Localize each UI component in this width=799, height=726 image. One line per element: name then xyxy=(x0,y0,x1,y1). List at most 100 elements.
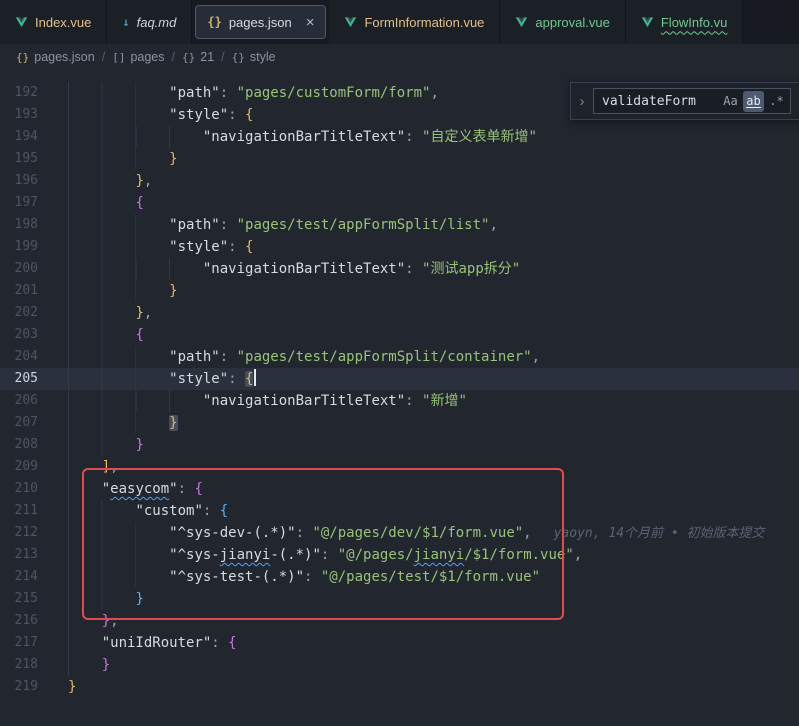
breadcrumb-item-pages[interactable]: []pages xyxy=(112,50,164,64)
code-line-199[interactable]: 199"style": { xyxy=(0,236,799,258)
code-line-206[interactable]: 206"navigationBarTitleText": "新增" xyxy=(0,390,799,412)
code-line-217[interactable]: 217"uniIdRouter": { xyxy=(0,632,799,654)
code-line-210[interactable]: 210 "easycom": { xyxy=(0,478,799,500)
code-line-215[interactable]: 215} xyxy=(0,588,799,610)
code-line-content: }, xyxy=(68,170,799,192)
breadcrumb-item-pages-json[interactable]: {}pages.json xyxy=(16,50,95,64)
line-number[interactable]: 210 xyxy=(0,478,38,500)
line-number[interactable]: 219 xyxy=(0,676,38,698)
code-token: "新增" xyxy=(422,393,467,409)
match-case-button[interactable]: Aa xyxy=(720,91,741,112)
markdown-icon: ↓ xyxy=(122,15,129,29)
line-number[interactable]: 211 xyxy=(0,500,38,522)
tab-index-vue[interactable]: Index.vue xyxy=(0,0,107,44)
line-number[interactable]: 206 xyxy=(0,390,38,412)
code-token: -(.*)" xyxy=(270,547,321,563)
line-number[interactable]: 213 xyxy=(0,544,38,566)
code-line-207[interactable]: 207} xyxy=(0,412,799,434)
code-line-content: } xyxy=(68,412,799,434)
code-token: : xyxy=(220,217,237,233)
code-line-216[interactable]: 216}, xyxy=(0,610,799,632)
vue-icon xyxy=(344,16,357,29)
code-token: "style" xyxy=(169,239,228,255)
line-number[interactable]: 208 xyxy=(0,434,38,456)
code-line-212[interactable]: 212"^sys-dev-(.*)": "@/pages/dev/$1/form… xyxy=(0,522,799,544)
code-line-197[interactable]: 197{ xyxy=(0,192,799,214)
line-number[interactable]: 202 xyxy=(0,302,38,324)
tab-flowinfo-vu[interactable]: FlowInfo.vu xyxy=(626,0,743,44)
code-line-209[interactable]: 209], xyxy=(0,456,799,478)
line-number[interactable]: 217 xyxy=(0,632,38,654)
code-line-218[interactable]: 218} xyxy=(0,654,799,676)
line-number[interactable]: 199 xyxy=(0,236,38,258)
line-number[interactable]: 197 xyxy=(0,192,38,214)
breadcrumb-item-style[interactable]: {}style xyxy=(232,50,276,64)
line-number[interactable]: 205 xyxy=(0,368,38,390)
code-line-211[interactable]: 211"custom": { xyxy=(0,500,799,522)
symbol-icon: {} xyxy=(232,51,245,64)
tab-approval-vue[interactable]: approval.vue xyxy=(500,0,625,44)
line-number[interactable]: 218 xyxy=(0,654,38,676)
line-number[interactable]: 196 xyxy=(0,170,38,192)
line-number[interactable]: 194 xyxy=(0,126,38,148)
code-line-194[interactable]: 194"navigationBarTitleText": "自定义表单新增" xyxy=(0,126,799,148)
code-token: } xyxy=(68,679,76,695)
code-line-198[interactable]: 198"path": "pages/test/appFormSplit/list… xyxy=(0,214,799,236)
code-line-200[interactable]: 200"navigationBarTitleText": "测试app拆分" xyxy=(0,258,799,280)
code-token: : xyxy=(321,547,338,563)
line-number[interactable]: 207 xyxy=(0,412,38,434)
code-line-195[interactable]: 195} xyxy=(0,148,799,170)
line-number[interactable]: 195 xyxy=(0,148,38,170)
code-token: , xyxy=(523,525,531,541)
find-expand-toggle[interactable]: › xyxy=(571,93,593,110)
code-line-201[interactable]: 201} xyxy=(0,280,799,302)
tab-label: FlowInfo.vu xyxy=(661,15,727,30)
code-line-205[interactable]: 205"style": { xyxy=(0,368,799,390)
code-line-content: ], xyxy=(68,456,799,478)
code-line-204[interactable]: 204"path": "pages/test/appFormSplit/cont… xyxy=(0,346,799,368)
line-number[interactable]: 203 xyxy=(0,324,38,346)
line-number[interactable]: 216 xyxy=(0,610,38,632)
code-line-219[interactable]: 219} xyxy=(0,676,799,698)
tab-pages-json[interactable]: {}pages.json× xyxy=(195,5,326,39)
code-token: } xyxy=(135,591,143,607)
breadcrumb-item-21[interactable]: {}21 xyxy=(182,50,214,64)
code-line-196[interactable]: 196}, xyxy=(0,170,799,192)
whole-word-button[interactable]: ab xyxy=(743,91,764,112)
code-token: "pages/customForm/form" xyxy=(237,85,431,101)
code-line-203[interactable]: 203{ xyxy=(0,324,799,346)
line-number[interactable]: 212 xyxy=(0,522,38,544)
code-line-content: } xyxy=(68,676,799,698)
regex-button[interactable]: .* xyxy=(766,91,787,112)
tab-faq-md[interactable]: ↓faq.md xyxy=(107,0,192,44)
code-line-content: "easycom": { xyxy=(68,478,799,500)
code-token: " xyxy=(169,481,177,497)
code-line-202[interactable]: 202}, xyxy=(0,302,799,324)
code-token: } xyxy=(169,415,177,431)
code-line-214[interactable]: 214"^sys-test-(.*)": "@/pages/test/$1/fo… xyxy=(0,566,799,588)
code-line-213[interactable]: 213"^sys-jianyi-(.*)": "@/pages/jianyi/$… xyxy=(0,544,799,566)
code-token: "navigationBarTitleText" xyxy=(203,129,405,145)
tab-forminformation-vue[interactable]: FormInformation.vue xyxy=(329,0,500,44)
line-number[interactable]: 200 xyxy=(0,258,38,280)
tab-label: FormInformation.vue xyxy=(364,15,484,30)
vue-icon xyxy=(641,16,654,29)
close-icon[interactable]: × xyxy=(306,15,315,30)
symbol-icon: [] xyxy=(112,51,125,64)
line-number[interactable]: 209 xyxy=(0,456,38,478)
code-token: : xyxy=(203,503,220,519)
line-number[interactable]: 192 xyxy=(0,82,38,104)
line-number[interactable]: 201 xyxy=(0,280,38,302)
line-number[interactable]: 193 xyxy=(0,104,38,126)
code-token: , xyxy=(110,613,118,629)
line-number[interactable]: 204 xyxy=(0,346,38,368)
line-number[interactable]: 214 xyxy=(0,566,38,588)
code-line-208[interactable]: 208} xyxy=(0,434,799,456)
code-token: "^sys- xyxy=(169,547,220,563)
code-token: "path" xyxy=(169,85,220,101)
find-input[interactable]: validateForm Aa ab .* xyxy=(593,88,791,114)
code-editor[interactable]: 192 "path": "pages/customForm/form", 193 "s… xyxy=(0,70,799,726)
line-number[interactable]: 198 xyxy=(0,214,38,236)
code-token: : xyxy=(304,569,321,585)
line-number[interactable]: 215 xyxy=(0,588,38,610)
